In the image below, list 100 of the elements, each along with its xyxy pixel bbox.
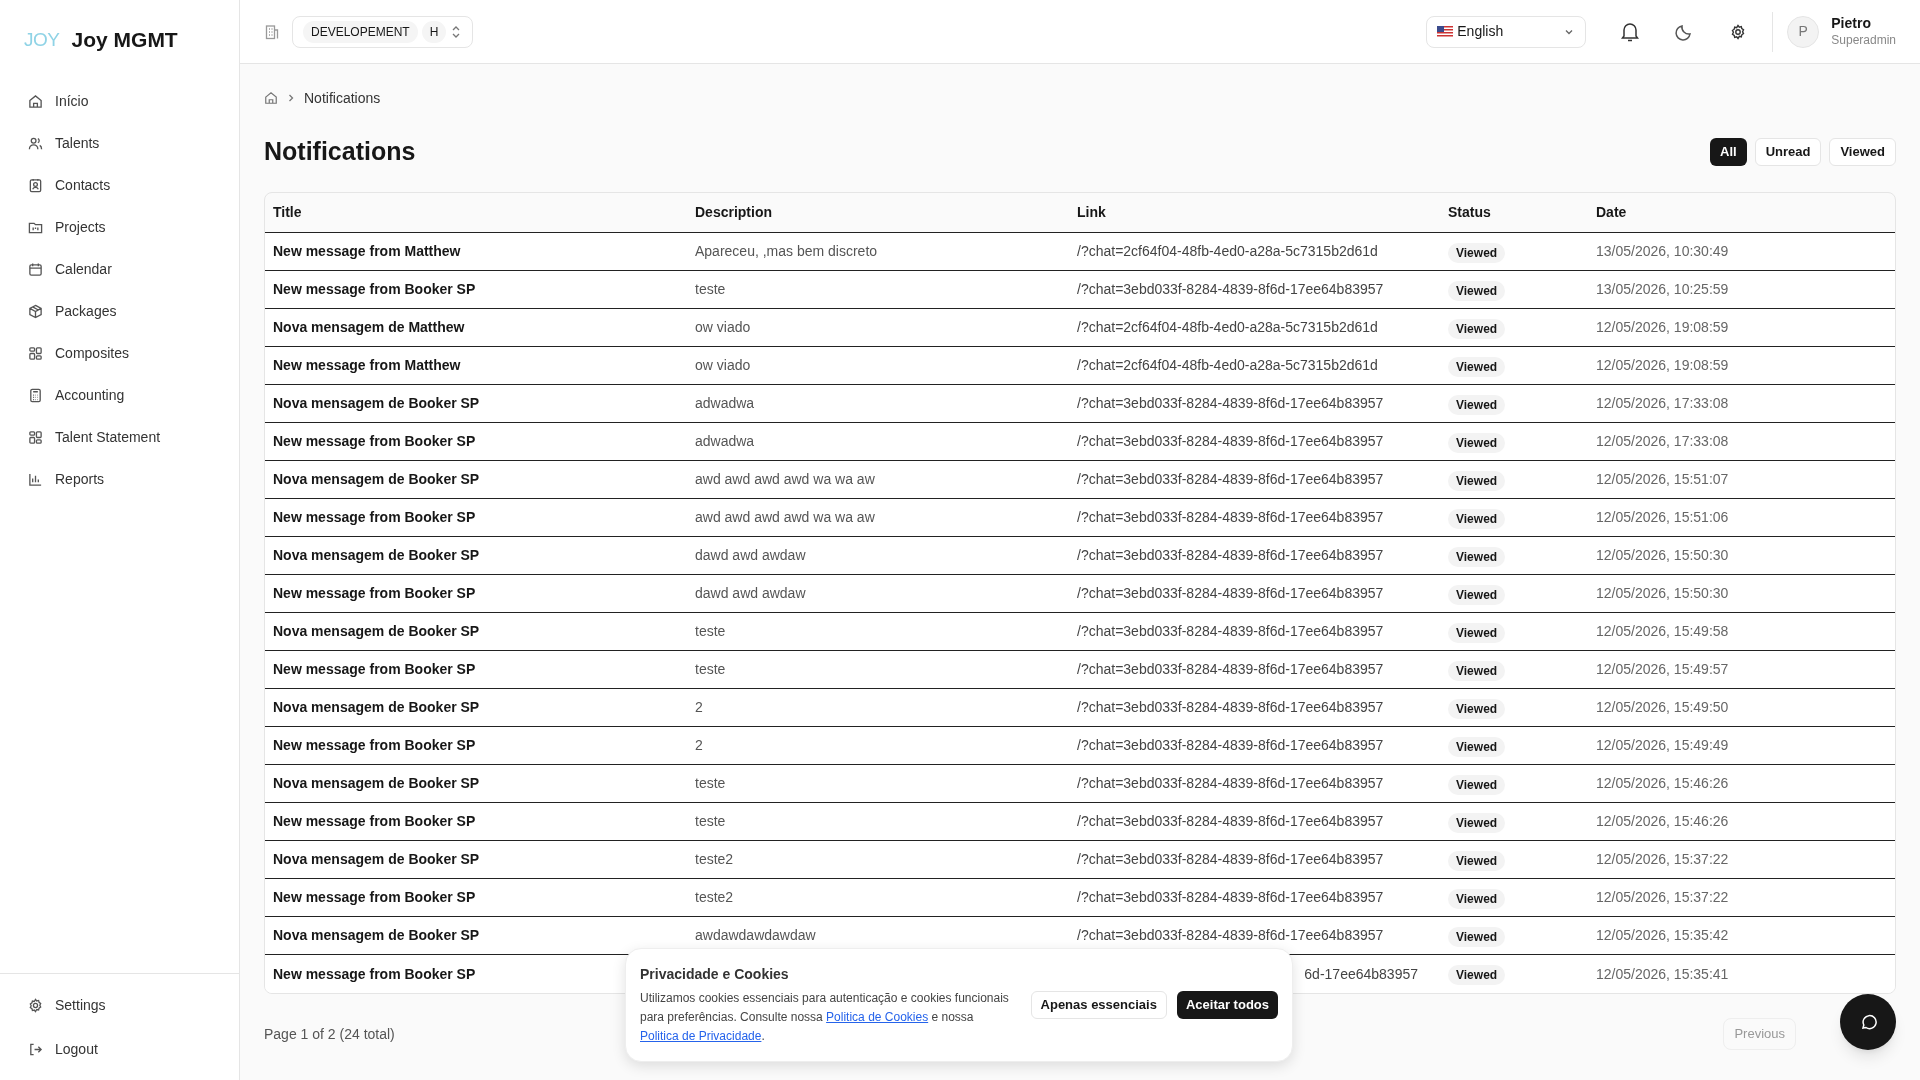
date-cell-text: 13/05/2026, 10:30:49 (1596, 242, 1730, 261)
nav-item[interactable]: Talents (14, 122, 225, 164)
description-cell-text: 2 (695, 698, 704, 717)
title-cell-text: New message from Matthew (273, 242, 461, 261)
status-badge: Viewed (1448, 356, 1506, 377)
logo-mark: JOY (24, 27, 60, 52)
date-cell-text: 12/05/2026, 15:50:30 (1596, 584, 1730, 603)
home-icon (28, 93, 43, 109)
accept-all-button[interactable]: Aceitar todos (1176, 991, 1278, 1019)
title-cell-text: New message from Booker SP (273, 432, 476, 451)
chat-icon (1859, 1013, 1877, 1031)
date-cell-text: 12/05/2026, 15:49:58 (1596, 622, 1730, 641)
description-cell-text: teste2 (695, 850, 735, 869)
date-cell-text: 12/05/2026, 19:08:59 (1596, 356, 1730, 375)
bell-icon (1621, 21, 1640, 42)
filter-tab[interactable]: All (1710, 138, 1747, 166)
pagination-summary: Page 1 of 2 (24 total) (264, 1024, 395, 1044)
description-cell-text: teste (695, 660, 727, 679)
status-badge: Viewed (1448, 660, 1506, 681)
app-name: Joy MGMT (71, 27, 178, 54)
nav-item[interactable]: Composites (14, 332, 225, 374)
column-header: Link (1077, 203, 1107, 222)
link-cell-text: /?chat=3ebd033f-8284-4839-8f6d-17ee64b83957 (1077, 888, 1385, 907)
description-cell-text: dawd awd awdaw (695, 584, 807, 603)
status-badge: Viewed (1448, 965, 1506, 985)
title-cell-text: New message from Booker SP (273, 660, 476, 679)
box-icon (28, 303, 43, 319)
nav-item[interactable]: Accounting (14, 374, 225, 416)
nav-item[interactable]: Início (14, 80, 225, 122)
title-cell-text: Nova mensagem de Booker SP (273, 850, 480, 869)
title-cell-text: Nova mensagem de Booker SP (273, 546, 480, 565)
building-icon (264, 23, 280, 40)
environment-selector[interactable]: DEVELOPEMENT H (292, 15, 474, 48)
user-name: Pietro (1831, 15, 1872, 33)
title-cell-text: New message from Booker SP (273, 812, 476, 831)
title-cell-text: Nova mensagem de Booker SP (273, 394, 480, 413)
column-header: Date (1596, 203, 1628, 222)
description-cell-text: teste (695, 774, 727, 793)
status-badge: Viewed (1448, 736, 1506, 757)
nav-item[interactable]: Packages (14, 290, 225, 332)
link-cell-text: 6d-17ee64b83957 (1303, 964, 1419, 984)
description-cell-text: adwadwa (695, 394, 756, 413)
link-cell-text: /?chat=3ebd033f-8284-4839-8f6d-17ee64b83957 (1077, 280, 1385, 299)
title-cell-text: New message from Booker SP (273, 508, 476, 527)
link-cell-text: /?chat=3ebd033f-8284-4839-8f6d-17ee64b83957 (1077, 394, 1385, 413)
date-cell-text: 12/05/2026, 15:49:49 (1596, 736, 1730, 755)
description-cell-text: Apareceu, ,mas bem discreto (695, 242, 879, 261)
status-badge: Viewed (1448, 280, 1506, 301)
date-cell-text: 12/05/2026, 19:08:59 (1596, 318, 1730, 337)
cookie-title: Privacidade e Cookies (640, 965, 790, 984)
title-cell-text: New message from Booker SP (273, 280, 476, 299)
date-cell-text: 12/05/2026, 17:33:08 (1596, 432, 1730, 451)
nav-item[interactable]: Talent Statement (14, 416, 225, 458)
settings-icon (28, 997, 43, 1013)
nav-item[interactable]: Logout (14, 1028, 225, 1070)
link-cell-text: /?chat=3ebd033f-8284-4839-8f6d-17ee64b83957 (1077, 546, 1385, 565)
nav-item[interactable]: Reports (14, 458, 225, 500)
home-icon[interactable] (264, 91, 278, 105)
bar-chart-icon (28, 471, 43, 487)
title-cell-text: New message from Booker SP (273, 964, 476, 984)
date-cell-text: 12/05/2026, 15:49:50 (1596, 698, 1730, 717)
title-cell-text: New message from Booker SP (273, 584, 476, 603)
description-cell-text: teste (695, 280, 727, 299)
date-cell-text: 12/05/2026, 17:33:08 (1596, 394, 1730, 413)
status-badge: Viewed (1448, 546, 1506, 567)
date-cell-text: 12/05/2026, 15:51:07 (1596, 470, 1730, 489)
title-cell-text: Nova mensagem de Booker SP (273, 774, 480, 793)
date-cell-text: 12/05/2026, 15:35:42 (1596, 926, 1730, 945)
title-cell-text: Nova mensagem de Booker SP (273, 622, 480, 641)
date-cell-text: 13/05/2026, 10:25:59 (1596, 280, 1730, 299)
status-badge: Viewed (1448, 318, 1506, 339)
description-cell-text: teste2 (695, 888, 735, 907)
link-cell-text: /?chat=3ebd033f-8284-4839-8f6d-17ee64b83957 (1077, 774, 1385, 793)
users-icon (28, 135, 43, 151)
status-badge: Viewed (1448, 774, 1506, 795)
nav-item[interactable]: Contacts (14, 164, 225, 206)
link-cell-text: /?chat=3ebd033f-8284-4839-8f6d-17ee64b83957 (1077, 850, 1385, 869)
title-cell-text: New message from Booker SP (273, 888, 476, 907)
filter-tab[interactable]: Viewed (1829, 138, 1896, 166)
link-cell-text: /?chat=3ebd033f-8284-4839-8f6d-17ee64b83957 (1077, 622, 1385, 641)
nav-item[interactable]: Projects (14, 206, 225, 248)
status-badge: Viewed (1448, 698, 1506, 719)
date-cell-text: 12/05/2026, 15:49:57 (1596, 660, 1730, 679)
title-cell-text: Nova mensagem de Booker SP (273, 470, 480, 489)
cookie-policy-link[interactable]: Politica de Cookies (826, 1010, 929, 1024)
column-header: Status (1448, 203, 1492, 222)
link-cell-text: /?chat=2cf64f04-48fb-4ed0-a28a-5c7315b2d61d (1077, 318, 1379, 337)
nav-item[interactable]: Settings (14, 984, 225, 1026)
moon-icon (1675, 22, 1694, 41)
description-cell-text: awd awd awd awd wa wa aw (695, 470, 876, 489)
link-cell-text: /?chat=3ebd033f-8284-4839-8f6d-17ee64b83957 (1077, 926, 1385, 945)
chat-button[interactable] (1840, 994, 1896, 1050)
language-select[interactable]: English (1426, 15, 1587, 48)
grid-icon (28, 429, 43, 445)
page-title: Notifications (264, 136, 416, 168)
nav-item[interactable]: Calendar (14, 248, 225, 290)
user-avatar[interactable]: P (1787, 15, 1820, 48)
essential-only-button[interactable]: Apenas essenciais (1030, 991, 1167, 1019)
filter-tab[interactable]: Unread (1754, 138, 1822, 166)
status-badge: Viewed (1448, 812, 1506, 833)
